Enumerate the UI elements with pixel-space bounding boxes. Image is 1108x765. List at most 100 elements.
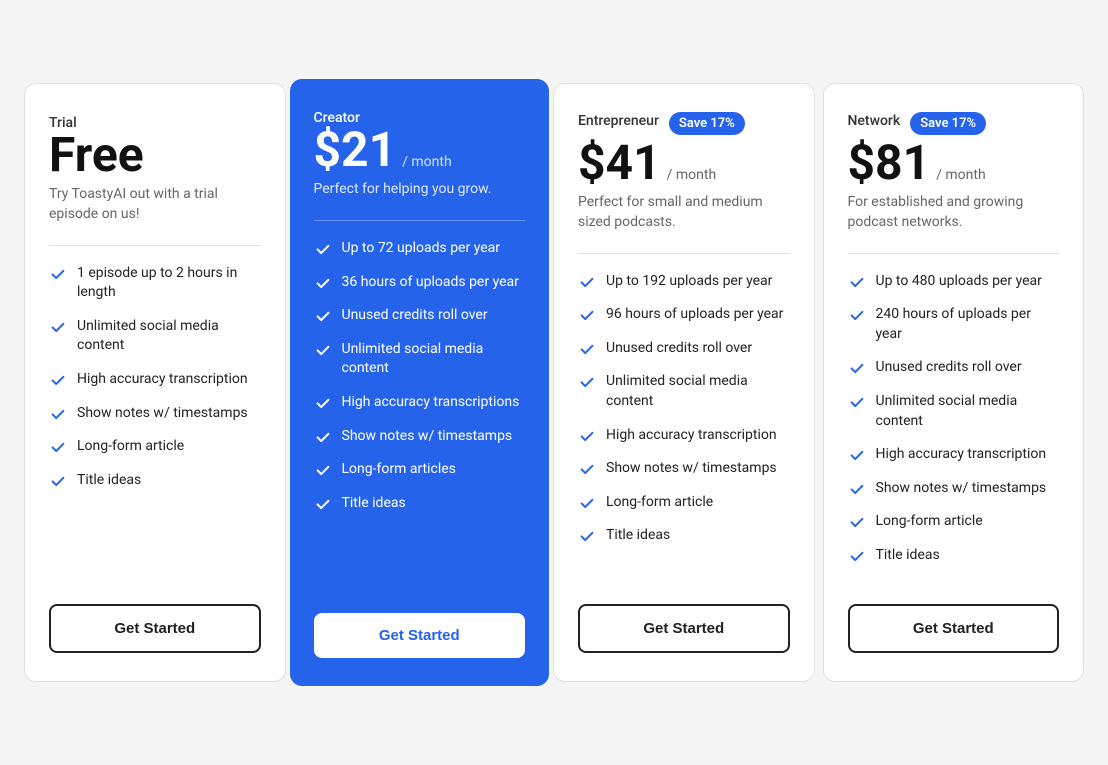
check-icon	[314, 495, 332, 513]
plan-label: Network	[848, 113, 901, 129]
features-list: 1 episode up to 2 hours in length Unlimi…	[49, 264, 261, 580]
feature-item: High accuracy transcription	[578, 426, 790, 446]
feature-text: Show notes w/ timestamps	[876, 479, 1047, 499]
plan-card-trial: Trial Free Try ToastyAI out with a trial…	[24, 83, 286, 681]
feature-item: High accuracy transcription	[49, 370, 261, 390]
feature-item: Unlimited social media content	[314, 340, 526, 379]
feature-item: Title ideas	[578, 526, 790, 546]
plan-header-row: Entrepreneur Save 17%	[578, 112, 790, 135]
check-icon	[848, 547, 866, 565]
feature-item: Long-form articles	[314, 460, 526, 480]
check-icon	[578, 373, 596, 391]
feature-text: Long-form articles	[342, 460, 456, 480]
pricing-container: Trial Free Try ToastyAI out with a trial…	[20, 79, 1088, 685]
feature-text: High accuracy transcriptions	[342, 393, 520, 413]
check-icon	[848, 359, 866, 377]
check-icon	[848, 393, 866, 411]
feature-text: Unused credits roll over	[606, 339, 752, 359]
check-icon	[49, 472, 67, 490]
features-list: Up to 72 uploads per year 36 hours of up…	[314, 239, 526, 589]
check-icon	[314, 341, 332, 359]
feature-item: Unlimited social media content	[578, 372, 790, 411]
price-block: $81 / month	[848, 139, 1060, 187]
check-icon	[314, 394, 332, 412]
feature-text: 1 episode up to 2 hours in length	[77, 264, 261, 303]
plan-description: Perfect for helping you grow.	[314, 180, 526, 200]
price-block: $21 / month	[314, 126, 526, 174]
check-icon	[578, 306, 596, 324]
check-icon	[578, 427, 596, 445]
plan-description: For established and growing podcast netw…	[848, 193, 1060, 232]
check-icon	[49, 405, 67, 423]
feature-item: 1 episode up to 2 hours in length	[49, 264, 261, 303]
feature-text: Long-form article	[876, 512, 983, 532]
feature-item: Up to 480 uploads per year	[848, 272, 1060, 292]
feature-text: Up to 72 uploads per year	[342, 239, 501, 259]
plan-price: $21	[314, 126, 397, 174]
feature-item: Title ideas	[848, 546, 1060, 566]
plan-card-network: Network Save 17% $81 / month For establi…	[823, 83, 1085, 681]
check-icon	[848, 306, 866, 324]
check-icon	[848, 513, 866, 531]
feature-text: High accuracy transcription	[876, 445, 1047, 465]
get-started-button[interactable]: Get Started	[314, 613, 526, 658]
feature-item: High accuracy transcription	[848, 445, 1060, 465]
feature-text: Title ideas	[606, 526, 670, 546]
plan-description: Perfect for small and medium sized podca…	[578, 193, 790, 232]
feature-text: Show notes w/ timestamps	[342, 427, 513, 447]
feature-text: Unused credits roll over	[876, 358, 1022, 378]
feature-item: Up to 192 uploads per year	[578, 272, 790, 292]
divider	[314, 220, 526, 221]
feature-text: Show notes w/ timestamps	[606, 459, 777, 479]
feature-text: 240 hours of uploads per year	[876, 305, 1060, 344]
feature-text: Long-form article	[606, 493, 713, 513]
feature-item: Show notes w/ timestamps	[578, 459, 790, 479]
plan-description: Try ToastyAI out with a trial episode on…	[49, 185, 261, 224]
divider	[848, 253, 1060, 254]
divider	[49, 245, 261, 246]
feature-item: 36 hours of uploads per year	[314, 273, 526, 293]
feature-text: Unlimited social media content	[342, 340, 526, 379]
feature-item: Title ideas	[314, 494, 526, 514]
feature-text: Up to 192 uploads per year	[606, 272, 772, 292]
plan-header-row: Network Save 17%	[848, 112, 1060, 135]
feature-item: Long-form article	[848, 512, 1060, 532]
feature-text: Unlimited social media content	[876, 392, 1060, 431]
price-block: Free	[49, 131, 261, 179]
plan-price: Free	[49, 126, 144, 183]
check-icon	[578, 340, 596, 358]
feature-item: Unused credits roll over	[578, 339, 790, 359]
plan-price-period: / month	[667, 167, 717, 183]
feature-item: Show notes w/ timestamps	[848, 479, 1060, 499]
feature-item: Unlimited social media content	[49, 317, 261, 356]
get-started-button[interactable]: Get Started	[848, 604, 1060, 653]
feature-text: High accuracy transcription	[606, 426, 777, 446]
feature-text: Show notes w/ timestamps	[77, 404, 248, 424]
feature-text: Long-form article	[77, 437, 184, 457]
check-icon	[578, 460, 596, 478]
save-badge: Save 17%	[910, 112, 986, 135]
feature-item: Long-form article	[49, 437, 261, 457]
check-icon	[49, 371, 67, 389]
check-icon	[314, 307, 332, 325]
get-started-button[interactable]: Get Started	[578, 604, 790, 653]
feature-text: 96 hours of uploads per year	[606, 305, 783, 325]
plan-card-entrepreneur: Entrepreneur Save 17% $41 / month Perfec…	[553, 83, 815, 681]
check-icon	[49, 438, 67, 456]
feature-text: 36 hours of uploads per year	[342, 273, 519, 293]
feature-text: Unused credits roll over	[342, 306, 488, 326]
feature-item: 240 hours of uploads per year	[848, 305, 1060, 344]
check-icon	[314, 428, 332, 446]
check-icon	[848, 480, 866, 498]
feature-text: High accuracy transcription	[77, 370, 248, 390]
get-started-button[interactable]: Get Started	[49, 604, 261, 653]
feature-item: Show notes w/ timestamps	[49, 404, 261, 424]
plan-card-creator: Creator $21 / month Perfect for helping …	[290, 79, 550, 685]
feature-text: Up to 480 uploads per year	[876, 272, 1042, 292]
plan-label: Entrepreneur	[578, 113, 659, 129]
check-icon	[848, 446, 866, 464]
plan-price-period: / month	[936, 167, 986, 183]
check-icon	[578, 494, 596, 512]
feature-item: Show notes w/ timestamps	[314, 427, 526, 447]
feature-item: Unused credits roll over	[848, 358, 1060, 378]
